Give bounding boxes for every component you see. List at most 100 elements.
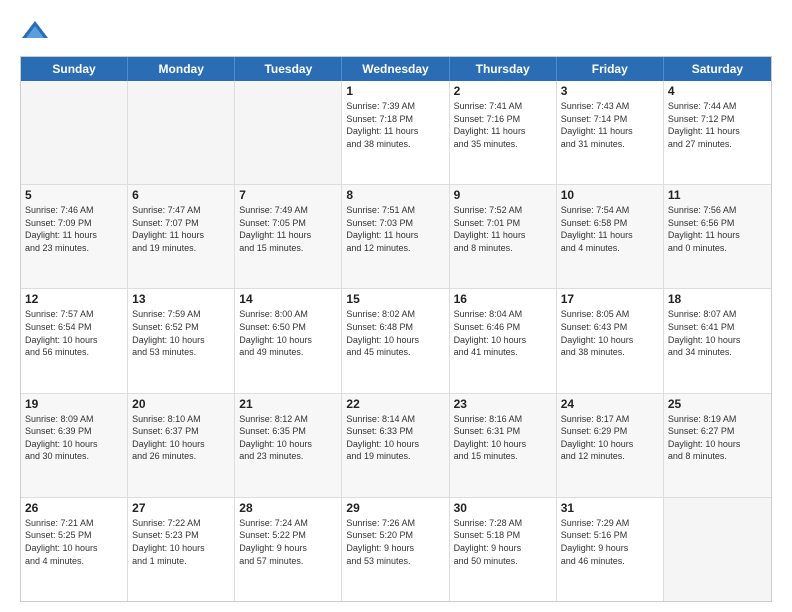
calendar-week-3: 12 Sunrise: 7:57 AM Sunset: 6:54 PM Dayli… [21, 289, 771, 393]
header-day-thursday: Thursday [450, 57, 557, 81]
day-number: 5 [25, 188, 123, 202]
day-cell-12: 12 Sunrise: 7:57 AM Sunset: 6:54 PM Dayli… [21, 289, 128, 392]
day-number: 19 [25, 397, 123, 411]
day-number: 11 [668, 188, 767, 202]
empty-cell [21, 81, 128, 184]
day-number: 16 [454, 292, 552, 306]
day-info: Sunrise: 7:43 AM Sunset: 7:14 PM Dayligh… [561, 100, 659, 150]
day-cell-26: 26Sunrise: 7:21 AM Sunset: 5:25 PM Dayli… [21, 498, 128, 601]
day-cell-6: 6 Sunrise: 7:47 AM Sunset: 7:07 PM Daylig… [128, 185, 235, 288]
day-cell-19: 19 Sunrise: 8:09 AM Sunset: 6:39 PM Dayli… [21, 394, 128, 497]
day-info: Sunrise: 7:24 AM Sunset: 5:22 PM Dayligh… [239, 517, 337, 567]
day-cell-23: 23 Sunrise: 8:16 AM Sunset: 6:31 PM Dayli… [450, 394, 557, 497]
header [20, 16, 772, 46]
day-info: Sunrise: 8:04 AM Sunset: 6:46 PM Dayligh… [454, 308, 552, 358]
day-number: 8 [346, 188, 444, 202]
day-info: Sunrise: 7:39 AM Sunset: 7:18 PM Dayligh… [346, 100, 444, 150]
day-number: 30 [454, 501, 552, 515]
empty-cell [235, 81, 342, 184]
day-info: Sunrise: 7:56 AM Sunset: 6:56 PM Dayligh… [668, 204, 767, 254]
day-cell-11: 11 Sunrise: 7:56 AM Sunset: 6:56 PM Dayli… [664, 185, 771, 288]
day-cell-3: 3 Sunrise: 7:43 AM Sunset: 7:14 PM Daylig… [557, 81, 664, 184]
day-info: Sunrise: 7:26 AM Sunset: 5:20 PM Dayligh… [346, 517, 444, 567]
day-info: Sunrise: 7:41 AM Sunset: 7:16 PM Dayligh… [454, 100, 552, 150]
calendar-header-row: SundayMondayTuesdayWednesdayThursdayFrid… [21, 57, 771, 81]
day-number: 31 [561, 501, 659, 515]
day-info: Sunrise: 8:05 AM Sunset: 6:43 PM Dayligh… [561, 308, 659, 358]
day-number: 28 [239, 501, 337, 515]
day-info: Sunrise: 7:21 AM Sunset: 5:25 PM Dayligh… [25, 517, 123, 567]
day-cell-5: 5 Sunrise: 7:46 AM Sunset: 7:09 PM Daylig… [21, 185, 128, 288]
day-number: 15 [346, 292, 444, 306]
day-info: Sunrise: 7:29 AM Sunset: 5:16 PM Dayligh… [561, 517, 659, 567]
day-number: 22 [346, 397, 444, 411]
day-cell-30: 30Sunrise: 7:28 AM Sunset: 5:18 PM Dayli… [450, 498, 557, 601]
day-number: 6 [132, 188, 230, 202]
day-number: 9 [454, 188, 552, 202]
day-info: Sunrise: 7:47 AM Sunset: 7:07 PM Dayligh… [132, 204, 230, 254]
day-cell-16: 16 Sunrise: 8:04 AM Sunset: 6:46 PM Dayli… [450, 289, 557, 392]
day-info: Sunrise: 8:07 AM Sunset: 6:41 PM Dayligh… [668, 308, 767, 358]
day-number: 29 [346, 501, 444, 515]
day-cell-22: 22 Sunrise: 8:14 AM Sunset: 6:33 PM Dayli… [342, 394, 449, 497]
day-info: Sunrise: 7:49 AM Sunset: 7:05 PM Dayligh… [239, 204, 337, 254]
day-cell-4: 4 Sunrise: 7:44 AM Sunset: 7:12 PM Daylig… [664, 81, 771, 184]
day-info: Sunrise: 8:19 AM Sunset: 6:27 PM Dayligh… [668, 413, 767, 463]
page: SundayMondayTuesdayWednesdayThursdayFrid… [0, 0, 792, 612]
day-cell-27: 27Sunrise: 7:22 AM Sunset: 5:23 PM Dayli… [128, 498, 235, 601]
day-cell-29: 29 Sunrise: 7:26 AM Sunset: 5:20 PM Dayli… [342, 498, 449, 601]
day-number: 1 [346, 84, 444, 98]
day-number: 12 [25, 292, 123, 306]
day-number: 17 [561, 292, 659, 306]
day-number: 23 [454, 397, 552, 411]
day-info: Sunrise: 7:59 AM Sunset: 6:52 PM Dayligh… [132, 308, 230, 358]
header-day-saturday: Saturday [664, 57, 771, 81]
day-info: Sunrise: 7:44 AM Sunset: 7:12 PM Dayligh… [668, 100, 767, 150]
day-info: Sunrise: 7:57 AM Sunset: 6:54 PM Dayligh… [25, 308, 123, 358]
day-info: Sunrise: 8:16 AM Sunset: 6:31 PM Dayligh… [454, 413, 552, 463]
day-number: 20 [132, 397, 230, 411]
day-info: Sunrise: 8:10 AM Sunset: 6:37 PM Dayligh… [132, 413, 230, 463]
day-cell-21: 21Sunrise: 8:12 AM Sunset: 6:35 PM Dayli… [235, 394, 342, 497]
day-info: Sunrise: 8:14 AM Sunset: 6:33 PM Dayligh… [346, 413, 444, 463]
header-day-monday: Monday [128, 57, 235, 81]
calendar-week-4: 19 Sunrise: 8:09 AM Sunset: 6:39 PM Dayli… [21, 394, 771, 498]
day-number: 18 [668, 292, 767, 306]
day-cell-24: 24 Sunrise: 8:17 AM Sunset: 6:29 PM Dayli… [557, 394, 664, 497]
day-info: Sunrise: 8:00 AM Sunset: 6:50 PM Dayligh… [239, 308, 337, 358]
day-cell-14: 14 Sunrise: 8:00 AM Sunset: 6:50 PM Dayli… [235, 289, 342, 392]
empty-cell [128, 81, 235, 184]
day-info: Sunrise: 8:17 AM Sunset: 6:29 PM Dayligh… [561, 413, 659, 463]
day-info: Sunrise: 7:54 AM Sunset: 6:58 PM Dayligh… [561, 204, 659, 254]
day-cell-10: 10 Sunrise: 7:54 AM Sunset: 6:58 PM Dayli… [557, 185, 664, 288]
day-cell-31: 31 Sunrise: 7:29 AM Sunset: 5:16 PM Dayli… [557, 498, 664, 601]
day-number: 10 [561, 188, 659, 202]
day-info: Sunrise: 8:02 AM Sunset: 6:48 PM Dayligh… [346, 308, 444, 358]
calendar-week-1: 1 Sunrise: 7:39 AM Sunset: 7:18 PM Daylig… [21, 81, 771, 185]
day-info: Sunrise: 8:09 AM Sunset: 6:39 PM Dayligh… [25, 413, 123, 463]
day-number: 3 [561, 84, 659, 98]
day-cell-1: 1 Sunrise: 7:39 AM Sunset: 7:18 PM Daylig… [342, 81, 449, 184]
day-info: Sunrise: 7:52 AM Sunset: 7:01 PM Dayligh… [454, 204, 552, 254]
day-number: 14 [239, 292, 337, 306]
day-cell-17: 17 Sunrise: 8:05 AM Sunset: 6:43 PM Dayli… [557, 289, 664, 392]
day-cell-20: 20 Sunrise: 8:10 AM Sunset: 6:37 PM Dayli… [128, 394, 235, 497]
calendar: SundayMondayTuesdayWednesdayThursdayFrid… [20, 56, 772, 602]
day-cell-18: 18 Sunrise: 8:07 AM Sunset: 6:41 PM Dayli… [664, 289, 771, 392]
day-cell-25: 25 Sunrise: 8:19 AM Sunset: 6:27 PM Dayli… [664, 394, 771, 497]
logo [20, 16, 52, 46]
calendar-week-5: 26Sunrise: 7:21 AM Sunset: 5:25 PM Dayli… [21, 498, 771, 601]
day-cell-13: 13 Sunrise: 7:59 AM Sunset: 6:52 PM Dayli… [128, 289, 235, 392]
day-cell-7: 7Sunrise: 7:49 AM Sunset: 7:05 PM Daylig… [235, 185, 342, 288]
day-number: 24 [561, 397, 659, 411]
day-number: 2 [454, 84, 552, 98]
day-number: 4 [668, 84, 767, 98]
header-day-sunday: Sunday [21, 57, 128, 81]
day-info: Sunrise: 7:46 AM Sunset: 7:09 PM Dayligh… [25, 204, 123, 254]
day-info: Sunrise: 7:51 AM Sunset: 7:03 PM Dayligh… [346, 204, 444, 254]
logo-icon [20, 16, 50, 46]
header-day-wednesday: Wednesday [342, 57, 449, 81]
header-day-friday: Friday [557, 57, 664, 81]
day-number: 25 [668, 397, 767, 411]
day-number: 13 [132, 292, 230, 306]
